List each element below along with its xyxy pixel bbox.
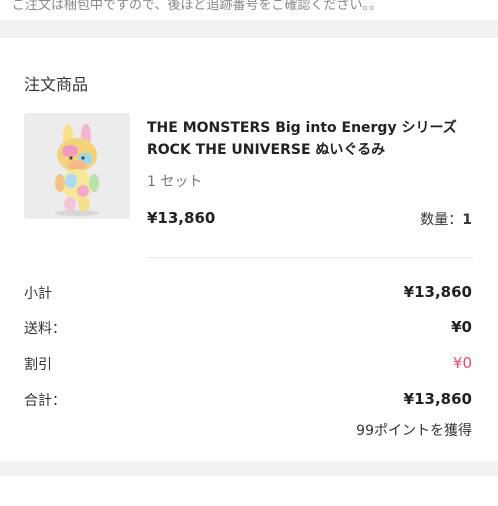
shipping-value: ¥0 [451,318,472,336]
product-quantity: 数量：1 [420,209,472,229]
product-name[interactable]: THE MONSTERS Big into Energy シリーズ ROCK T… [147,117,477,161]
quantity-value: 1 [462,212,472,228]
product-image[interactable] [24,113,130,219]
next-section-card [0,476,498,506]
plush-figure-image [24,113,130,219]
quantity-label: 数量： [420,212,463,228]
discount-label: 割引 [24,357,52,373]
discount-row: 割引 ¥0 [0,354,498,376]
order-summary-card: 注文商品 THE MONSTERS Big into Energy シリーズ R… [0,38,498,461]
total-value: ¥13,860 [403,390,472,408]
notice-text: ご注文は梱包中ですので、後ほど追跡番号をご確認ください。。 [12,0,382,13]
total-label: 合計： [24,393,66,409]
notice-bar: ご注文は梱包中ですので、後ほど追跡番号をご確認ください。。 [0,0,498,20]
product-set-count: 1 セット [147,174,203,190]
shipping-row: 送料： ¥0 [0,318,498,340]
section-title: 注文商品 [24,75,89,94]
subtotal-row: 小計 ¥13,860 [0,283,498,305]
shipping-label: 送料： [24,321,66,337]
product-price: ¥13,860 [147,209,216,227]
points-earned: 99ポイントを獲得 [356,423,472,439]
total-row: 合計： ¥13,860 [0,390,498,412]
subtotal-label: 小計 [24,286,52,302]
subtotal-value: ¥13,860 [403,283,472,301]
divider [147,257,473,258]
discount-value: ¥0 [452,354,472,372]
